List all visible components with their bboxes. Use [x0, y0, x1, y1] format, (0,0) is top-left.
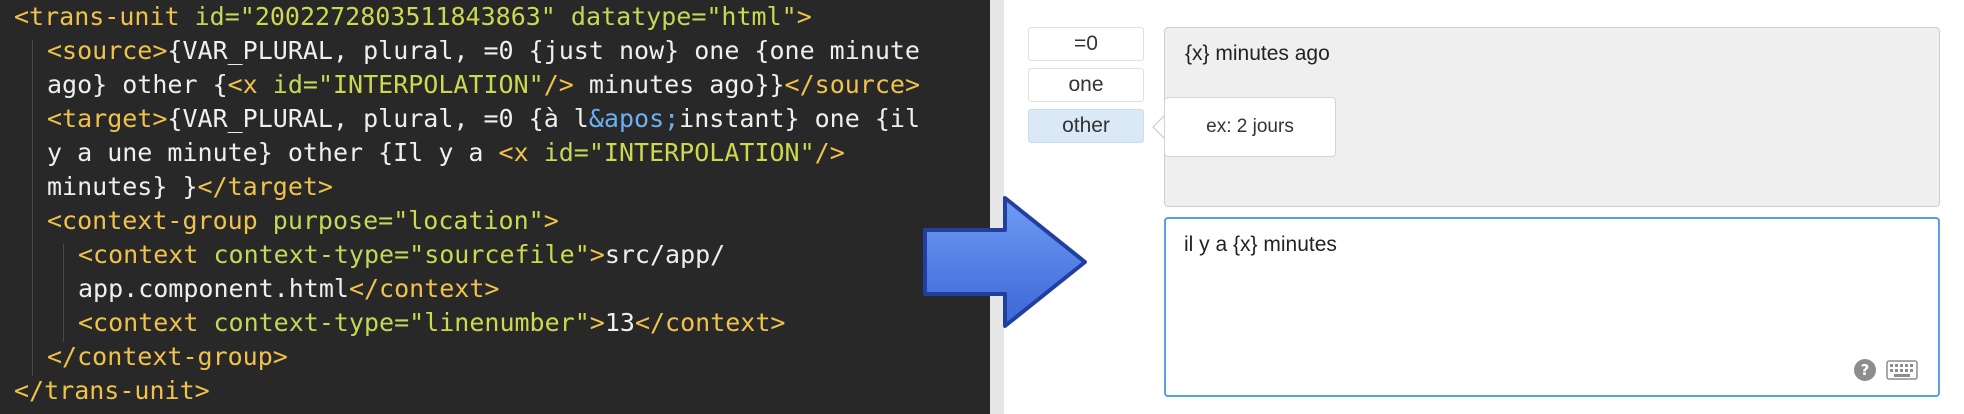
case-button-other[interactable]: other — [1028, 109, 1144, 143]
case-label: one — [1068, 73, 1104, 96]
case-button-one[interactable]: one — [1028, 68, 1144, 102]
code-line-3: ago} other {<x id="INTERPOLATION"/> minu… — [47, 70, 921, 99]
help-icon[interactable]: ? — [1853, 358, 1877, 382]
case-button-zero[interactable]: =0 — [1028, 27, 1144, 61]
target-text: il y a {x} minutes — [1184, 233, 1337, 256]
code-line-5: y a une minute} other {Il y a <x id="INT… — [47, 138, 845, 167]
svg-text:?: ? — [1861, 361, 1870, 379]
code-line-11: </context-group> — [47, 342, 288, 371]
tooltip-text: ex: 2 jours — [1206, 116, 1294, 137]
example-tooltip: ex: 2 jours — [1164, 97, 1336, 157]
code-line-2: <source>{VAR_PLURAL, plural, =0 {just no… — [47, 36, 920, 65]
translation-editor: =0 one other {x} minutes ago ex: 2 jours… — [1004, 0, 1964, 414]
arrow-right-icon — [923, 196, 1087, 328]
code-line-10: <context context-type="linenumber">13</c… — [78, 308, 786, 337]
source-text: {x} minutes ago — [1185, 42, 1330, 65]
case-label: other — [1062, 114, 1110, 137]
case-label: =0 — [1074, 32, 1098, 55]
keyboard-icon[interactable] — [1886, 360, 1918, 380]
code-line-12: </trans-unit> — [14, 376, 210, 405]
code-line-9: app.component.html</context> — [78, 274, 500, 303]
code-line-7: <context-group purpose="location"> — [47, 206, 559, 235]
target-text-input[interactable]: il y a {x} minutes — [1164, 217, 1940, 397]
xliff-code-panel: <trans-unit id="2002272803511843863" dat… — [0, 0, 990, 414]
code-line-8: <context context-type="sourcefile">src/a… — [78, 240, 726, 269]
code-line-1: <trans-unit id="2002272803511843863" dat… — [14, 2, 812, 31]
code-line-4: <target>{VAR_PLURAL, plural, =0 {à l&apo… — [47, 104, 920, 133]
code-line-6: minutes} }</target> — [47, 172, 333, 201]
